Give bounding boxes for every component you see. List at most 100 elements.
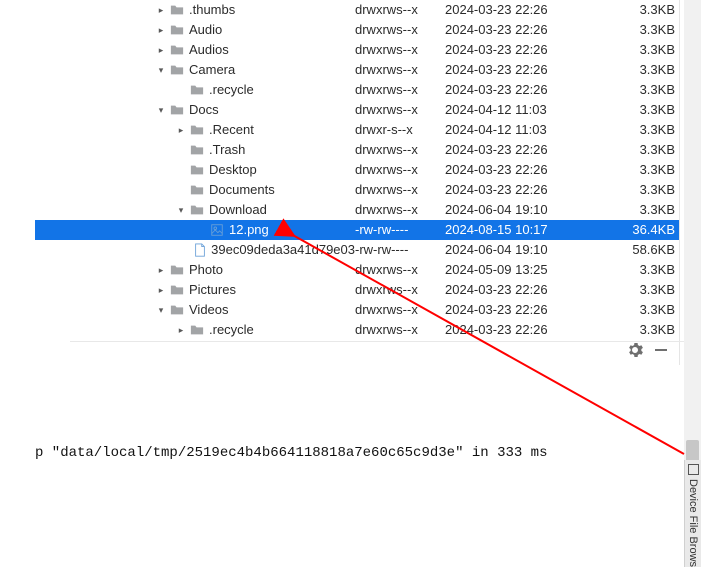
tree-row[interactable]: ▸Audiodrwxrws--x2024-03-23 22:263.3KB [35,20,679,40]
file-name: Desktop [209,160,257,180]
chevron-down-icon[interactable]: ▾ [155,64,167,76]
permissions: drwxrws--x [355,40,445,60]
modified-date: 2024-03-23 22:26 [445,160,615,180]
folder-icon [169,302,185,318]
folder-icon [189,182,205,198]
chevron-right-icon[interactable]: ▸ [155,44,167,56]
file-name: Download [209,200,267,220]
file-size: 3.3KB [615,40,679,60]
file-name: Photo [189,260,223,280]
chevron-down-icon[interactable]: ▾ [175,204,187,216]
modified-date: 2024-04-12 11:03 [445,100,615,120]
permissions: drwxrws--x [355,100,445,120]
modified-date: 2024-03-23 22:26 [445,40,615,60]
tree-row[interactable]: ▸Picturesdrwxrws--x2024-03-23 22:263.3KB [35,280,679,300]
minimize-icon[interactable] [653,342,669,361]
folder-icon [189,142,205,158]
toggle-placeholder [175,164,187,176]
tree-row[interactable]: ▸.recycledrwxrws--x2024-03-23 22:263.3KB [35,320,679,340]
chevron-right-icon[interactable]: ▸ [155,24,167,36]
file-size: 58.6KB [615,240,679,260]
file-name: Audio [189,20,222,40]
file-size: 36.4KB [615,220,679,240]
file-name: Audios [189,40,229,60]
modified-date: 2024-03-23 22:26 [445,180,615,200]
tree-row[interactable]: .Trashdrwxrws--x2024-03-23 22:263.3KB [35,140,679,160]
toggle-placeholder [180,244,191,256]
file-name: Docs [189,100,219,120]
modified-date: 2024-03-23 22:26 [445,280,615,300]
file-size: 3.3KB [615,200,679,220]
file-size: 3.3KB [615,160,679,180]
tree-row[interactable]: ▸.thumbsdrwxrws--x2024-03-23 22:263.3KB [35,0,679,20]
tree-row[interactable]: Documentsdrwxrws--x2024-03-23 22:263.3KB [35,180,679,200]
panel-toolbar [627,342,669,361]
permissions: drwxrws--x [355,60,445,80]
tree-row[interactable]: ▸.Recentdrwxr-s--x2024-04-12 11:033.3KB [35,120,679,140]
file-name: 12.png [229,220,269,240]
tree-row[interactable]: 39ec09deda3a41d79e03-rw-rw----2024-06-04… [35,240,679,260]
file-tree[interactable]: ▸.thumbsdrwxrws--x2024-03-23 22:263.3KB▸… [35,0,679,340]
permissions: drwxrws--x [355,140,445,160]
tree-row[interactable]: ▸ Audios drwxrws--x2024-03-23 22:263.3KB [35,40,679,60]
chevron-right-icon[interactable]: ▸ [155,264,167,276]
folder-icon [189,322,205,338]
tree-row[interactable]: Desktop drwxrws--x2024-03-23 22:263.3KB [35,160,679,180]
toggle-placeholder [175,144,187,156]
file-size: 3.3KB [615,180,679,200]
toggle-placeholder [195,224,207,236]
toggle-placeholder [175,84,187,96]
image-icon [209,222,225,238]
panel-divider [70,341,701,342]
permissions: drwxrws--x [355,260,445,280]
chevron-down-icon[interactable]: ▾ [155,304,167,316]
folder-icon [169,102,185,118]
tree-row[interactable]: ▾Cameradrwxrws--x2024-03-23 22:263.3KB [35,60,679,80]
permissions: drwxrws--x [355,320,445,340]
modified-date: 2024-03-23 22:26 [445,300,615,320]
file-name: .Trash [209,140,245,160]
tree-row[interactable]: .recycledrwxrws--x2024-03-23 22:263.3KB [35,80,679,100]
modified-date: 2024-03-23 22:26 [445,20,615,40]
tree-row[interactable]: ▾Videosdrwxrws--x2024-03-23 22:263.3KB [35,300,679,320]
modified-date: 2024-08-15 10:17 [445,220,615,240]
file-size: 3.3KB [615,320,679,340]
tree-row[interactable]: ▾Docsdrwxrws--x2024-04-12 11:033.3KB [35,100,679,120]
chevron-right-icon[interactable]: ▸ [175,324,187,336]
permissions: drwxrws--x [355,80,445,100]
chevron-right-icon[interactable]: ▸ [155,4,167,16]
folder-icon [169,282,185,298]
modified-date: 2024-03-23 22:26 [445,0,615,20]
folder-icon [169,262,185,278]
folder-icon [169,42,185,58]
file-name: .Recent [209,120,254,140]
file-size: 3.3KB [615,0,679,20]
file-size: 3.3KB [615,140,679,160]
file-size: 3.3KB [615,80,679,100]
tree-row[interactable]: ▾Downloaddrwxrws--x2024-06-04 19:103.3KB [35,200,679,220]
modified-date: 2024-04-12 11:03 [445,120,615,140]
tree-row[interactable]: 12.png-rw-rw----2024-08-15 10:1736.4KB [35,220,679,240]
permissions: drwxrws--x [355,280,445,300]
side-tab-square-icon [688,464,699,475]
permissions: drwxrws--x [355,300,445,320]
folder-icon [169,62,185,78]
tree-row[interactable]: ▸Photodrwxrws--x2024-05-09 13:253.3KB [35,260,679,280]
permissions: drwxrws--x [355,20,445,40]
folder-icon [189,122,205,138]
gear-icon[interactable] [627,342,643,361]
file-browser-panel: ▸.thumbsdrwxrws--x2024-03-23 22:263.3KB▸… [35,0,680,365]
modified-date: 2024-03-23 22:26 [445,60,615,80]
modified-date: 2024-05-09 13:25 [445,260,615,280]
file-name: Videos [189,300,229,320]
file-size: 3.3KB [615,120,679,140]
permissions: drwxrws--x [355,160,445,180]
side-tab-device-file-browser[interactable]: Device File Browse [684,460,701,567]
chevron-right-icon[interactable]: ▸ [155,284,167,296]
permissions: drwxrws--x [355,180,445,200]
chevron-right-icon[interactable]: ▸ [175,124,187,136]
folder-icon [169,22,185,38]
permissions: -rw-rw---- [355,240,445,260]
file-name: .thumbs [189,0,235,20]
chevron-down-icon[interactable]: ▾ [155,104,167,116]
